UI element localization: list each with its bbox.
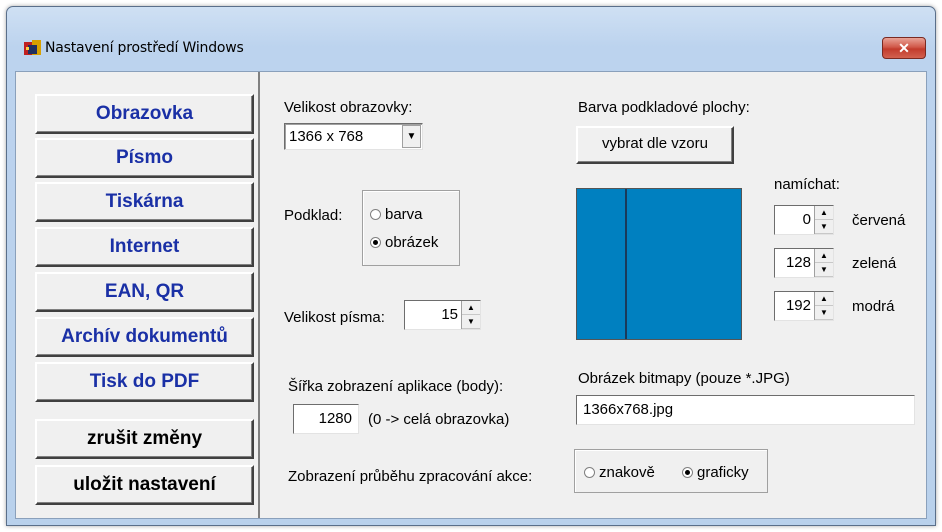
radio-selected-icon — [682, 467, 693, 478]
background-label: Podklad: — [284, 207, 343, 224]
app-width-label: Šířka zobrazení aplikace (body): — [288, 378, 504, 395]
spinner-buttons[interactable]: ▲ ▼ — [461, 301, 480, 329]
close-button[interactable]: ✕ — [882, 37, 926, 59]
nav-button-archiv[interactable]: Archív dokumentů — [35, 317, 254, 357]
spin-down-icon[interactable]: ▼ — [815, 263, 833, 277]
nav-panel: Obrazovka Písmo Tiskárna Internet EAN, Q… — [16, 72, 260, 518]
screen-size-label: Velikost obrazovky: — [284, 99, 413, 116]
cancel-changes-button[interactable]: zrušit změny — [35, 419, 254, 459]
background-option-color[interactable]: barva — [370, 206, 423, 223]
bitmap-label: Obrázek bitmapy (pouze *.JPG) — [578, 370, 790, 387]
font-size-label: Velikost písma: — [284, 309, 385, 326]
mix-label: namíchat: — [774, 176, 840, 193]
green-spinner[interactable]: 128 ▲ ▼ — [774, 248, 834, 278]
progress-option-graphic[interactable]: graficky — [682, 464, 749, 481]
progress-option-text[interactable]: znakově — [584, 464, 655, 481]
swatch-fill — [577, 189, 741, 339]
red-spinner[interactable]: 0 ▲ ▼ — [774, 205, 834, 235]
client-area: Obrazovka Písmo Tiskárna Internet EAN, Q… — [15, 71, 927, 519]
font-size-value: 15 — [441, 306, 458, 323]
font-size-spinner[interactable]: 15 ▲ ▼ — [404, 300, 481, 330]
save-settings-button[interactable]: uložit nastavení — [35, 465, 254, 505]
close-icon: ✕ — [898, 40, 910, 56]
chevron-down-icon[interactable]: ▼ — [402, 125, 421, 148]
background-option-image[interactable]: obrázek — [370, 234, 438, 251]
spinner-buttons[interactable]: ▲ ▼ — [814, 292, 833, 320]
spin-down-icon[interactable]: ▼ — [815, 220, 833, 234]
blue-spinner[interactable]: 192 ▲ ▼ — [774, 291, 834, 321]
app-icon — [23, 39, 43, 57]
settings-window: Nastavení prostředí Windows ✕ Obrazovka … — [6, 6, 936, 526]
settings-panel: Velikost obrazovky: 1366 x 768 ▼ Podklad… — [262, 72, 926, 518]
blue-label: modrá — [852, 298, 895, 315]
nav-button-tiskarna[interactable]: Tiskárna — [35, 182, 254, 222]
spin-down-icon[interactable]: ▼ — [815, 306, 833, 320]
pick-color-button[interactable]: vybrat dle vzoru — [576, 126, 734, 164]
screen-size-select[interactable]: 1366 x 768 ▼ — [284, 123, 423, 150]
app-width-hint: (0 -> celá obrazovka) — [368, 411, 510, 428]
blue-value: 192 — [785, 297, 811, 314]
color-swatch — [576, 188, 742, 340]
bg-color-label: Barva podkladové plochy: — [578, 99, 750, 116]
bitmap-filename-input[interactable]: 1366x768.jpg — [576, 395, 915, 425]
nav-button-tisk-pdf[interactable]: Tisk do PDF — [35, 362, 254, 402]
app-width-input[interactable]: 1280 — [293, 404, 359, 434]
red-label: červená — [852, 212, 906, 229]
radio-icon — [584, 467, 595, 478]
red-value: 0 — [802, 211, 811, 228]
nav-button-obrazovka[interactable]: Obrazovka — [35, 94, 254, 134]
green-value: 128 — [785, 254, 811, 271]
radio-icon — [370, 209, 381, 220]
spinner-buttons[interactable]: ▲ ▼ — [814, 206, 833, 234]
spinner-buttons[interactable]: ▲ ▼ — [814, 249, 833, 277]
nav-button-internet[interactable]: Internet — [35, 227, 254, 267]
radio-selected-icon — [370, 237, 381, 248]
spin-up-icon[interactable]: ▲ — [462, 301, 480, 315]
nav-button-ean-qr[interactable]: EAN, QR — [35, 272, 254, 312]
spin-up-icon[interactable]: ▲ — [815, 206, 833, 220]
window-title: Nastavení prostředí Windows — [45, 40, 244, 56]
green-label: zelená — [852, 255, 897, 272]
spin-up-icon[interactable]: ▲ — [815, 292, 833, 306]
spin-down-icon[interactable]: ▼ — [462, 315, 480, 329]
background-radio-group — [362, 190, 460, 266]
title-bar[interactable]: Nastavení prostředí Windows ✕ — [7, 7, 935, 67]
spin-up-icon[interactable]: ▲ — [815, 249, 833, 263]
progress-display-label: Zobrazení průběhu zpracování akce: — [288, 468, 533, 485]
nav-button-pismo[interactable]: Písmo — [35, 138, 254, 178]
screen-size-value: 1366 x 768 — [289, 128, 364, 145]
